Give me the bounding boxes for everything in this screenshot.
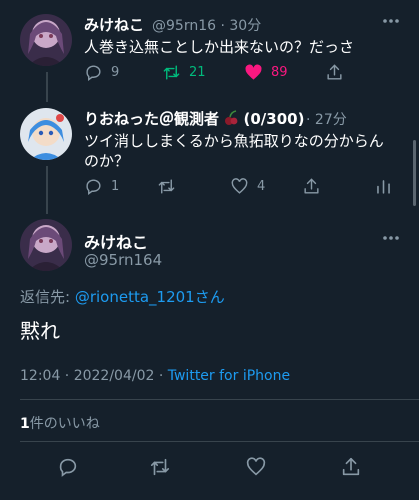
likes-count: 1 [20,416,30,432]
like-button[interactable]: 89 [244,63,288,82]
analytics-button[interactable] [374,177,393,196]
retweet-button[interactable]: 21 [162,63,206,82]
tweet-text: 人巻き込無ことしか出来ないの？だっさ [84,38,355,56]
separator: · [220,18,225,34]
avatar[interactable] [20,108,72,160]
tweet-timestamp: 12:04 · 2022/04/02 · Twitter for iPhone [20,368,290,384]
author-name[interactable]: みけねこ [84,229,148,253]
analytics-icon [377,180,390,194]
tweet-meta: @95rn16 · 30分 [152,15,261,35]
share-icon [304,178,319,194]
retweet-count: 21 [189,65,206,80]
divider [20,441,419,442]
divider [20,399,419,400]
author-handle[interactable]: @95rn16 [152,18,216,34]
retweet-icon [150,458,170,476]
reply-button[interactable]: 1 [84,177,119,196]
like-button[interactable] [245,456,267,478]
likes-label: 件のいいね [29,416,100,432]
avatar[interactable] [20,14,72,66]
reply-count: 9 [111,65,120,80]
like-icon [231,178,248,194]
likes-summary[interactable]: 1件のいいね [20,413,100,433]
retweet-button[interactable] [149,456,171,478]
author-name[interactable]: りおねった＠観測者 (0/300) [84,108,304,130]
share-icon [327,64,342,80]
reply-to-suffix: さん [194,288,225,306]
reply-button[interactable]: 9 [84,63,119,82]
main-tweet-text: 黙れ [20,319,60,343]
avatar[interactable] [20,219,72,271]
reply-to-handle[interactable]: @rionetta_1201 [75,288,195,306]
tweet-time[interactable]: 27分 [315,112,347,128]
name-emoji-icon [224,110,238,130]
thread-line [46,72,48,102]
like-count: 89 [271,65,288,80]
more-icon[interactable] [382,18,400,24]
scrollbar[interactable] [413,140,416,206]
tweet-meta: · 27分 [306,109,347,129]
tweet-text: ツイ消ししまくるから魚拓取りなの分からんのか？ [84,132,384,170]
reply-icon [86,179,101,196]
thread-line [46,166,48,214]
reply-to-prefix: 返信先: [20,288,75,306]
share-button[interactable] [302,177,321,196]
client-link[interactable]: Twitter for iPhone [168,368,290,384]
reply-icon [86,65,101,82]
like-icon [246,457,266,476]
like-icon [245,64,262,80]
author-name[interactable]: みけねこ [84,14,144,35]
reply-button[interactable] [57,456,79,478]
separator: · [306,112,311,128]
like-count: 4 [257,179,266,194]
share-icon [342,457,360,476]
retweet-icon [158,179,175,194]
tweet-time[interactable]: 30分 [229,18,261,34]
timestamp-text[interactable]: 12:04 · 2022/04/02 · [20,368,168,384]
retweet-icon [163,65,180,80]
retweet-button[interactable] [157,177,184,196]
reply-count: 1 [111,179,120,194]
more-icon[interactable] [382,235,400,241]
reply-icon [59,458,77,477]
reply-to: 返信先: @rionetta_1201さん [20,286,225,307]
share-button[interactable] [325,63,344,82]
share-button[interactable] [340,456,362,478]
author-handle[interactable]: @95rn164 [84,251,162,269]
like-button[interactable]: 4 [230,177,265,196]
